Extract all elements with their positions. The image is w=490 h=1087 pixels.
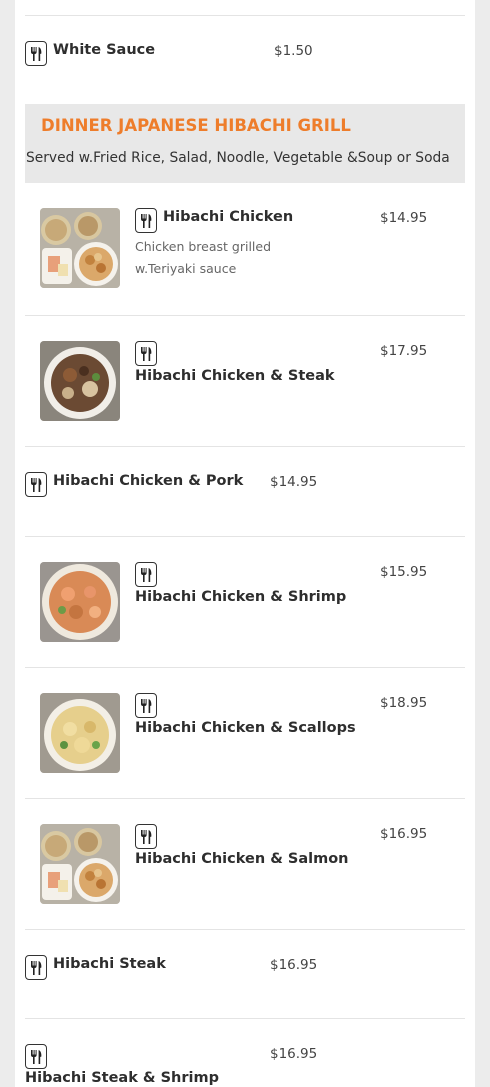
dish-photo: [40, 824, 120, 904]
dish-photo: [40, 562, 120, 642]
divider: [25, 667, 465, 668]
dish-photo: [40, 208, 120, 288]
item-name: Hibachi Chicken & Shrimp: [135, 589, 347, 605]
divider: [25, 1018, 465, 1019]
divider: [25, 798, 465, 799]
divider: [25, 315, 465, 316]
fork-knife-icon: [135, 208, 157, 233]
item-price: $17.95: [380, 343, 428, 359]
item-name: Hibachi Steak & Shrimp: [25, 1070, 219, 1086]
section-subtitle: Served w.Fried Rice, Salad, Noodle, Vege…: [26, 150, 450, 166]
section-title: DINNER JAPANESE HIBACHI GRILL: [41, 116, 351, 135]
item-price: $16.95: [380, 826, 428, 842]
fork-knife-icon: [25, 472, 47, 497]
item-price: $16.95: [270, 1046, 318, 1062]
item-name: Hibachi Chicken & Steak: [135, 368, 335, 384]
section-header: DINNER JAPANESE HIBACHI GRILL Served w.F…: [25, 104, 465, 183]
item-name: Hibachi Chicken & Salmon: [135, 851, 349, 867]
item-price: $1.50: [274, 43, 313, 59]
item-price: $15.95: [380, 564, 428, 580]
item-name: Hibachi Chicken & Pork: [53, 473, 244, 489]
fork-knife-icon: [25, 955, 47, 980]
item-name: Hibachi Chicken: [163, 209, 294, 225]
fork-knife-icon: [135, 341, 157, 366]
divider: [25, 446, 465, 447]
item-price: $16.95: [270, 957, 318, 973]
fork-knife-icon: [25, 1044, 47, 1069]
menu-panel: White Sauce $1.50 DINNER JAPANESE HIBACH…: [15, 0, 475, 1087]
fork-knife-icon: [135, 693, 157, 718]
dish-photo: [40, 693, 120, 773]
fork-knife-icon: [25, 41, 47, 66]
divider: [25, 536, 465, 537]
fork-knife-icon: [135, 562, 157, 587]
divider: [25, 929, 465, 930]
item-price: $14.95: [270, 474, 318, 490]
divider: [25, 15, 465, 16]
fork-knife-icon: [135, 824, 157, 849]
item-name: Hibachi Steak: [53, 956, 166, 972]
item-name: Hibachi Chicken & Scallops: [135, 720, 356, 736]
item-name: White Sauce: [53, 42, 156, 58]
item-price: $14.95: [380, 210, 428, 226]
dish-photo: [40, 341, 120, 421]
item-price: $18.95: [380, 695, 428, 711]
item-description: Chicken breast grilled w.Teriyaki sauce: [135, 239, 272, 276]
